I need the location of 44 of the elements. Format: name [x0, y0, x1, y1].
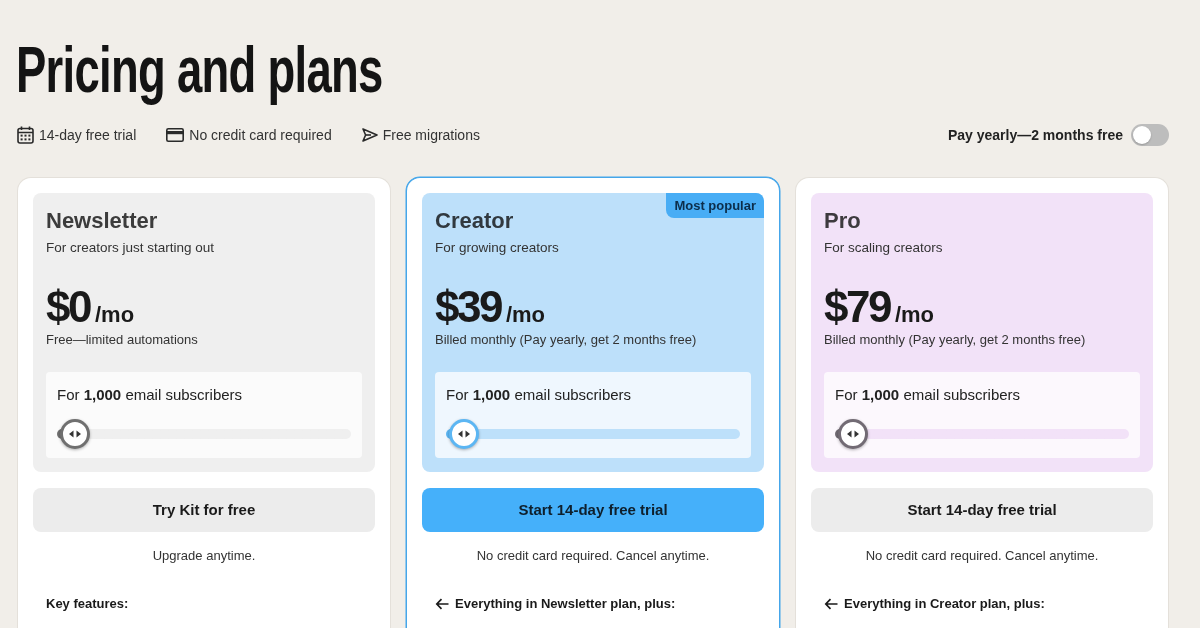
- features-heading: Everything in Newsletter plan, plus:: [455, 595, 676, 613]
- perk-label: 14-day free trial: [39, 126, 137, 145]
- plan-tagline: For creators just starting out: [46, 239, 216, 257]
- left-arrow-icon: [824, 598, 838, 610]
- billing-note: Billed monthly (Pay yearly, get 2 months free): [435, 331, 698, 349]
- slider-handle[interactable]: [60, 419, 90, 449]
- cta-button[interactable]: Start 14-day free trial: [422, 488, 764, 532]
- subscriber-count-label: For 1,000 email subscribers: [446, 385, 633, 405]
- billing-toggle-label: Pay yearly—2 months free: [947, 125, 1123, 145]
- credit-card-icon: [166, 128, 185, 142]
- left-right-arrows-icon: [69, 430, 81, 438]
- left-right-arrows-icon: [458, 430, 470, 438]
- page-title: Pricing and plans: [16, 35, 383, 105]
- price-period: /mo: [94, 302, 135, 328]
- billing-note: Billed monthly (Pay yearly, get 2 months free): [824, 331, 1087, 349]
- left-right-arrows-icon: [847, 430, 859, 438]
- cta-note: No credit card required. Cancel anytime.: [475, 547, 711, 565]
- plan-name: Newsletter: [46, 207, 159, 235]
- features-heading: Key features:: [46, 595, 129, 613]
- toggle-switch[interactable]: [1131, 124, 1169, 146]
- price-period: /mo: [505, 302, 546, 328]
- slider-handle[interactable]: [449, 419, 479, 449]
- plan-price: $39: [435, 283, 501, 331]
- send-icon: [361, 128, 378, 142]
- subscriber-count-label: For 1,000 email subscribers: [835, 385, 1022, 405]
- billing-note: Free—limited automations: [46, 331, 199, 349]
- cta-button[interactable]: Try Kit for free: [33, 488, 375, 532]
- plan-price: $0: [46, 283, 90, 331]
- calendar-icon: [17, 126, 34, 144]
- cta-note: No credit card required. Cancel anytime.: [864, 547, 1100, 565]
- cta-note: Upgrade anytime.: [151, 547, 257, 565]
- plan-name: Pro: [824, 207, 862, 235]
- slider-handle[interactable]: [838, 419, 868, 449]
- features-heading: Everything in Creator plan, plus:: [844, 595, 1045, 613]
- plan-tagline: For scaling creators: [824, 239, 944, 257]
- cta-button[interactable]: Start 14-day free trial: [811, 488, 1153, 532]
- subscriber-count-label: For 1,000 email subscribers: [57, 385, 244, 405]
- popular-ribbon: Most popular: [666, 193, 764, 218]
- perk-label: No credit card required: [189, 126, 332, 145]
- perk-label: Free migrations: [382, 126, 480, 145]
- plan-price: $79: [824, 283, 890, 331]
- price-period: /mo: [894, 302, 935, 328]
- plan-tagline: For growing creators: [435, 239, 560, 257]
- left-arrow-icon: [435, 598, 449, 610]
